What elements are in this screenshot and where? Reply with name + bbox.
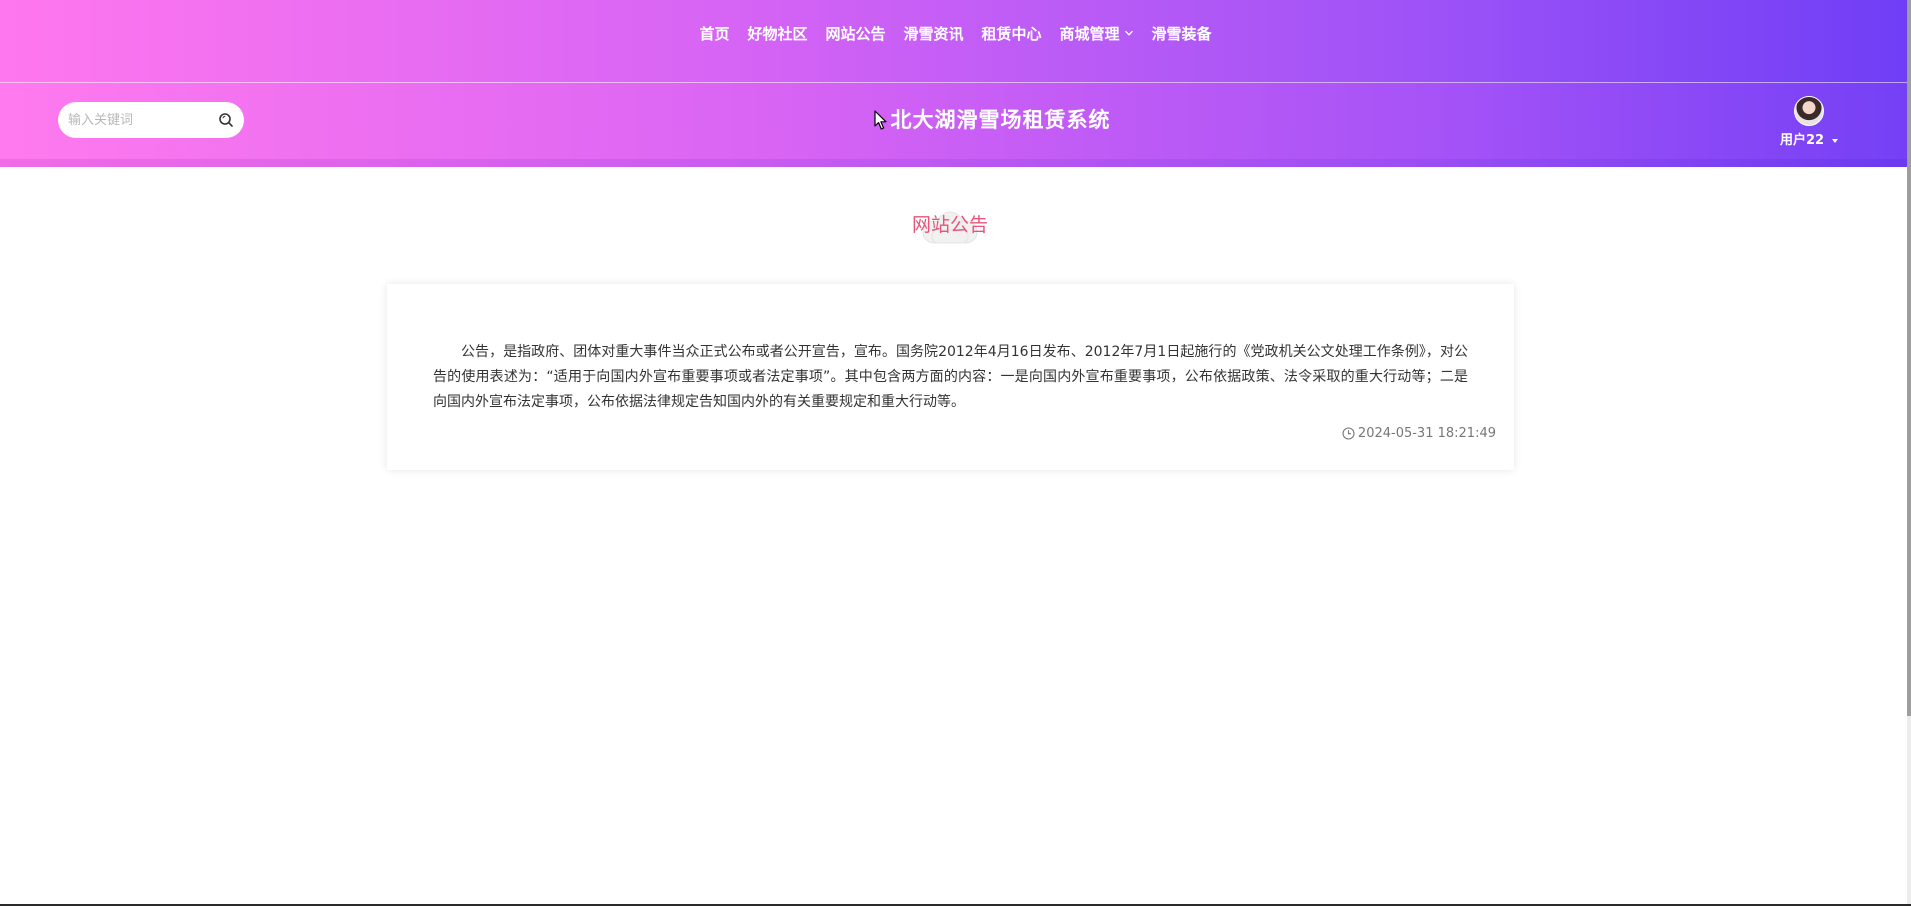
nav-item-label: 首页 (699, 24, 730, 43)
section-title: 网站公告 (911, 214, 988, 236)
notice-date-text: 2024-05-31 18:21:49 (1357, 426, 1496, 441)
header-strip (0, 159, 1911, 167)
user-menu[interactable]: 用户22 (1774, 96, 1844, 148)
top-nav-bar: 首页 好物社区 网站公告 滑雪资讯 租赁中心 商城管理 滑雪装备 (0, 0, 1911, 83)
nav-item-mall-management[interactable]: 商城管理 (1060, 23, 1134, 44)
nav-item-home[interactable]: 首页 (699, 23, 729, 44)
site-title: 北大湖滑雪场租赁系统 (890, 108, 1111, 132)
notice-content: 公告，是指政府、团体对重大事件当众正式公布或者公开宣告，宣布。国务院2012年4… (433, 344, 1468, 410)
nav-item-label: 网站公告 (825, 24, 886, 43)
notice-date: 2024-05-31 18:21:49 (1342, 426, 1496, 441)
nav-item-label: 租赁中心 (981, 24, 1042, 43)
scrollbar-thumb[interactable] (1907, 0, 1911, 716)
nav-item-label: 好物社区 (747, 24, 808, 43)
nav-item-ski-equipment[interactable]: 滑雪装备 (1152, 23, 1212, 44)
section-header: 网站公告 (880, 200, 1020, 250)
notice-card: 公告，是指政府、团体对重大事件当众正式公布或者公开宣告，宣布。国务院2012年4… (387, 284, 1514, 470)
chevron-down-icon (1124, 30, 1133, 36)
nav-item-label: 滑雪装备 (1151, 24, 1212, 43)
nav-item-label: 商城管理 (1059, 24, 1120, 43)
nav-item-ski-news[interactable]: 滑雪资讯 (903, 23, 963, 44)
nav-item-community[interactable]: 好物社区 (747, 23, 807, 44)
page: 首页 好物社区 网站公告 滑雪资讯 租赁中心 商城管理 滑雪装备 北大湖滑雪场租… (0, 0, 1911, 906)
nav-item-label: 滑雪资讯 (903, 24, 964, 43)
caret-down-icon (1832, 138, 1839, 143)
avatar[interactable] (1794, 96, 1824, 126)
user-name-label: 用户22 (1779, 133, 1825, 148)
clock-icon (1342, 427, 1355, 440)
main-nav: 首页 好物社区 网站公告 滑雪资讯 租赁中心 商城管理 滑雪装备 (0, 0, 1911, 66)
nav-item-rental-center[interactable]: 租赁中心 (982, 23, 1042, 44)
nav-item-announcements[interactable]: 网站公告 (825, 23, 885, 44)
mouse-cursor-icon (874, 110, 887, 130)
user-name[interactable]: 用户22 (1774, 129, 1844, 148)
